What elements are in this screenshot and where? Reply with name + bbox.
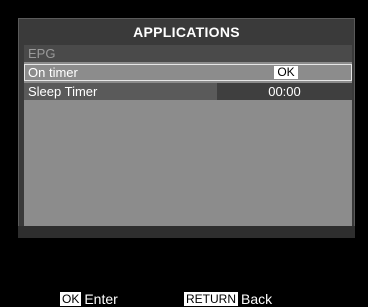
- back-hint-label: Back: [241, 291, 273, 307]
- enter-hint: OK Enter: [60, 291, 118, 307]
- menu-item-label: Sleep Timer: [28, 84, 98, 99]
- menu-item-label: EPG: [28, 46, 56, 61]
- return-key-badge: RETURN: [184, 292, 238, 306]
- menu-item-on-timer[interactable]: On timer OK: [24, 64, 352, 81]
- dialog-title: APPLICATIONS: [133, 24, 240, 40]
- menu-item-epg[interactable]: EPG: [24, 45, 352, 62]
- sleep-timer-value: 00:00: [268, 84, 301, 99]
- menu-item-label: On timer: [28, 65, 78, 80]
- back-hint: RETURN Back: [184, 291, 272, 307]
- on-timer-ok-button[interactable]: OK: [274, 66, 298, 79]
- ok-key-badge: OK: [60, 292, 82, 306]
- enter-hint-label: Enter: [84, 291, 118, 307]
- dialog-bottom-bar: [18, 226, 355, 238]
- menu-item-sleep-timer[interactable]: Sleep Timer 00:00: [24, 83, 352, 100]
- sleep-timer-value-field[interactable]: 00:00: [217, 83, 352, 100]
